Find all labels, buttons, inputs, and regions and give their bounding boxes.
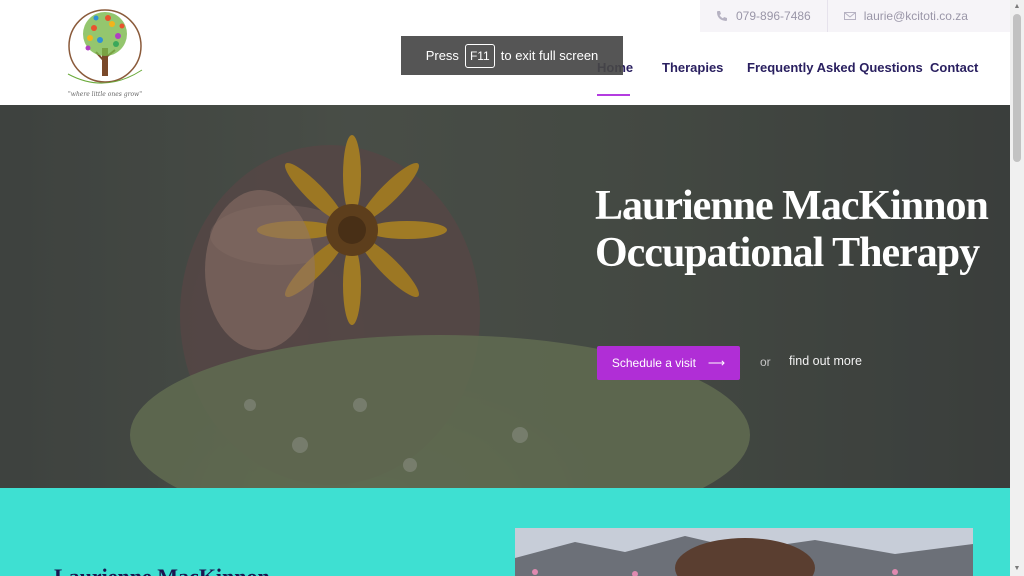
page-scrollbar[interactable]: ▲ ▼: [1010, 0, 1024, 576]
tree-logo-icon: [67, 9, 143, 84]
toast-message: to exit full screen: [500, 48, 599, 63]
intro-section: Laurienne MacKinnon: [0, 488, 1010, 576]
nav-faq[interactable]: Frequently Asked Questions: [747, 60, 923, 75]
scroll-down-icon[interactable]: ▼: [1013, 565, 1021, 573]
hero-title: Laurienne MacKinnon Occupational Therapy: [595, 183, 995, 277]
find-out-more-link[interactable]: find out more: [789, 354, 862, 368]
site-logo[interactable]: [60, 4, 150, 102]
intro-heading: Laurienne MacKinnon: [54, 564, 270, 576]
schedule-visit-label: Schedule a visit: [611, 356, 696, 370]
email-contact[interactable]: laurie@kcitoti.co.za: [826, 0, 984, 32]
hero-or-text: or: [760, 355, 771, 369]
nav-active-underline: [597, 94, 630, 96]
phone-number: 079-896-7486: [736, 9, 811, 23]
schedule-visit-button[interactable]: Schedule a visit ⟶: [597, 346, 740, 380]
hero-banner: Laurienne MacKinnon Occupational Therapy…: [0, 105, 1010, 488]
toast-press: Press: [425, 48, 459, 63]
contact-bar: 079-896-7486 laurie@kcitoti.co.za: [700, 0, 1010, 32]
envelope-icon: [843, 12, 856, 20]
intro-photo: [515, 528, 973, 576]
phone-icon: [717, 11, 727, 21]
scroll-thumb[interactable]: [1013, 14, 1021, 162]
hero-overlay: [0, 105, 1010, 488]
fullscreen-toast: Press F11 to exit full screen: [401, 36, 623, 75]
hero-title-line2: Occupational Therapy: [595, 230, 980, 276]
email-address: laurie@kcitoti.co.za: [863, 9, 968, 23]
scroll-up-icon[interactable]: ▲: [1013, 3, 1021, 11]
nav-contact[interactable]: Contact: [930, 60, 978, 75]
logo-tagline: "where little ones grow": [68, 91, 142, 98]
hero-title-line1: Laurienne MacKinnon: [595, 183, 989, 229]
arrow-right-icon: ⟶: [707, 356, 726, 370]
mountain-photo: [515, 528, 973, 576]
phone-contact[interactable]: 079-896-7486: [700, 0, 827, 32]
nav-therapies[interactable]: Therapies: [662, 60, 723, 75]
toast-key: F11: [464, 43, 495, 68]
